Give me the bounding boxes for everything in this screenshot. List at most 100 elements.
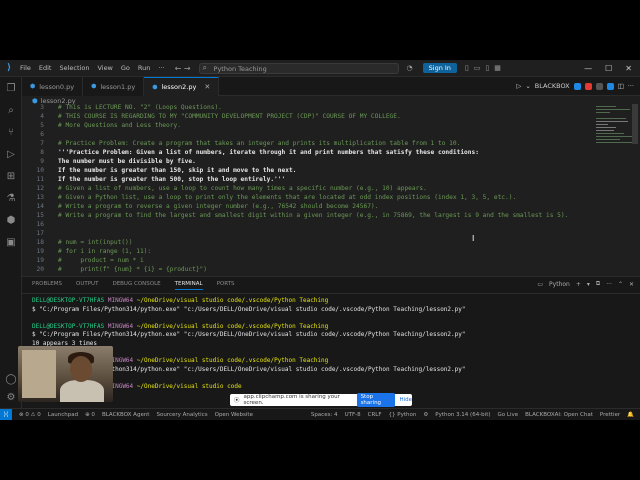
status-gear-icon[interactable]: ⚙ (423, 412, 428, 418)
tab-lesson0[interactable]: ⬢ lesson0.py (22, 77, 84, 96)
code-line[interactable]: 19 # for i in range (1, 11): (22, 248, 592, 257)
code-editor[interactable]: 3 # This is LECTURE NO. "2" (Loops Questi… (22, 104, 592, 274)
close-tab-icon[interactable]: ✕ (204, 83, 210, 91)
menu-item[interactable]: Go (121, 64, 130, 72)
python-icon[interactable]: ⬢ (0, 215, 22, 226)
minimize-button[interactable]: — (584, 64, 592, 73)
customize-layout-icon[interactable]: ▦ (494, 64, 501, 72)
new-terminal-button[interactable]: + (576, 281, 581, 288)
menu-item[interactable]: View (97, 64, 112, 72)
explorer-icon[interactable]: ❐ (0, 83, 22, 94)
toggle-sidebar-icon[interactable]: ▯ (465, 64, 469, 72)
menu-item[interactable]: Run (138, 64, 150, 72)
code-line[interactable]: 6 (22, 131, 592, 140)
blackbox-label[interactable]: BLACKBOX (535, 82, 570, 90)
menu-item[interactable]: ··· (158, 64, 164, 72)
code-line[interactable]: 11 If the number is greater than 500, sto… (22, 176, 592, 185)
search-icon[interactable]: ⌕ (0, 105, 22, 116)
line-number: 19 (36, 257, 44, 264)
run-python-icon[interactable]: ▷ (516, 82, 521, 90)
status-language[interactable]: {} Python (389, 412, 417, 418)
maximize-button[interactable]: ☐ (605, 64, 612, 73)
status-encoding[interactable]: UTF-8 (345, 412, 361, 418)
youtube-icon[interactable] (584, 82, 592, 90)
terminal-host: MINGW64 (107, 297, 134, 304)
hide-banner-button[interactable]: Hide (399, 397, 412, 403)
menu-item[interactable]: Edit (39, 64, 52, 72)
tab-ports[interactable]: PORTS (217, 281, 235, 290)
minimap[interactable] (594, 104, 634, 164)
status-launchpad[interactable]: Launchpad (48, 412, 78, 418)
split-terminal-icon[interactable]: ⧉ (596, 280, 600, 288)
maximize-panel-icon[interactable]: ⌃ (618, 281, 623, 288)
code-text: # Given a Python list, use a loop to pri… (58, 194, 517, 201)
menu-item[interactable]: File (20, 64, 31, 72)
compare-icon[interactable] (595, 82, 603, 90)
more-terminal-actions-icon[interactable]: ··· (606, 281, 612, 288)
status-eol[interactable]: CRLF (368, 412, 382, 418)
extension-action-icon[interactable] (606, 82, 614, 90)
code-line[interactable]: 12 # Given a list of numbers, use a loop … (22, 185, 592, 194)
blackbox-icon[interactable] (573, 82, 581, 90)
terminal-line: $ "C:/Program Files/Python314/python.exe… (32, 331, 465, 339)
run-dropdown-icon[interactable]: ⌄ (525, 82, 530, 90)
terminal-dropdown-icon[interactable]: ▾ (587, 281, 590, 288)
status-sourcery[interactable]: Sourcery Analytics (156, 412, 207, 418)
copilot-icon[interactable]: ◔ (407, 64, 413, 72)
code-line[interactable]: 9 The number must be divisible by five. (22, 158, 592, 167)
toggle-secondary-sidebar-icon[interactable]: ▯ (485, 64, 489, 72)
status-spaces[interactable]: Spaces: 4 (311, 412, 338, 418)
status-blackbox-chat[interactable]: BLACKBOXAI: Open Chat (525, 412, 593, 418)
tab-problems[interactable]: PROBLEMS (32, 281, 62, 290)
code-line[interactable]: 20 # print(f" {num} * {i} = {product}") (22, 266, 592, 274)
code-line[interactable]: 18 # num = int(input()) (22, 239, 592, 248)
tab-output[interactable]: OUTPUT (76, 281, 98, 290)
tab-lesson2[interactable]: ⬢ lesson2.py ✕ (144, 77, 220, 96)
tab-debug-console[interactable]: DEBUG CONSOLE (112, 281, 160, 290)
remote-indicator-icon[interactable]: ⟩⟨ (0, 408, 12, 420)
code-line[interactable]: 5 # More Questions and Less theory. (22, 122, 592, 131)
source-control-icon[interactable]: ⑂ (0, 127, 22, 138)
close-window-button[interactable]: ✕ (625, 64, 632, 73)
command-center-search[interactable]: Python Teaching (198, 62, 399, 74)
status-go-live[interactable]: Go Live (498, 412, 519, 418)
status-open-website[interactable]: Open Website (215, 412, 253, 418)
share-drag-icon[interactable]: ⦿ (234, 396, 240, 404)
run-debug-icon[interactable]: ▷ (0, 149, 22, 160)
tab-terminal[interactable]: TERMINAL (174, 281, 203, 290)
tab-lesson1[interactable]: ⬢ lesson1.py (83, 77, 145, 96)
code-line[interactable]: 13 # Given a Python list, use a loop to p… (22, 194, 592, 203)
terminal-shell-label[interactable]: Python (549, 281, 570, 288)
code-line[interactable]: 19 # product = num * i (22, 257, 592, 266)
status-blackbox-agent[interactable]: BLACKBOX Agent (102, 412, 150, 418)
code-line[interactable]: 15 # Write a program to find the largest … (22, 212, 592, 221)
code-line[interactable]: 17 (22, 230, 592, 239)
code-line[interactable]: 10 If the number is greater than 150, ski… (22, 167, 592, 176)
close-panel-icon[interactable]: ✕ (629, 281, 634, 288)
code-line[interactable]: 4 # THIS COURSE IS REGARDING TO MY "COMMU… (22, 113, 592, 122)
notifications-bell-icon[interactable]: 🔔 (627, 412, 634, 418)
code-line[interactable]: 3 # This is LECTURE NO. "2" (Loops Questi… (22, 104, 592, 113)
code-line[interactable]: 8 '''Practice Problem: Given a list of nu… (22, 149, 592, 158)
sign-in-button[interactable]: Sign In (422, 63, 457, 73)
status-problems[interactable]: ⊗ 0 ⚠ 0 (19, 412, 41, 418)
remote-explorer-icon[interactable]: ▣ (0, 237, 22, 248)
toggle-panel-icon[interactable]: ▭ (474, 64, 481, 72)
more-actions-icon[interactable]: ··· (628, 82, 634, 90)
status-prettier[interactable]: Prettier (600, 412, 620, 418)
split-editor-icon[interactable]: ◫ (618, 82, 624, 90)
extensions-icon[interactable]: ⊞ (0, 171, 22, 182)
code-line[interactable]: 7 # Practice Problem: Create a program th… (22, 140, 592, 149)
python-file-icon: ⬢ (91, 83, 97, 90)
menu-item[interactable]: Selection (59, 64, 89, 72)
nav-arrows[interactable]: ← → (175, 64, 191, 73)
code-line[interactable]: 14 # Write a program to reverse a given i… (22, 203, 592, 212)
python-file-icon: ⬢ (152, 83, 158, 91)
testing-icon[interactable]: ⚗ (0, 193, 22, 204)
code-line[interactable]: 16 (22, 221, 592, 230)
status-ports[interactable]: ⊕ 0 (85, 412, 95, 418)
stop-sharing-button[interactable]: Stop sharing (356, 393, 396, 407)
status-interpreter[interactable]: Python 3.14 (64-bit) (435, 412, 490, 418)
line-number: 8 (40, 149, 44, 156)
editor-scrollbar[interactable] (632, 104, 638, 144)
